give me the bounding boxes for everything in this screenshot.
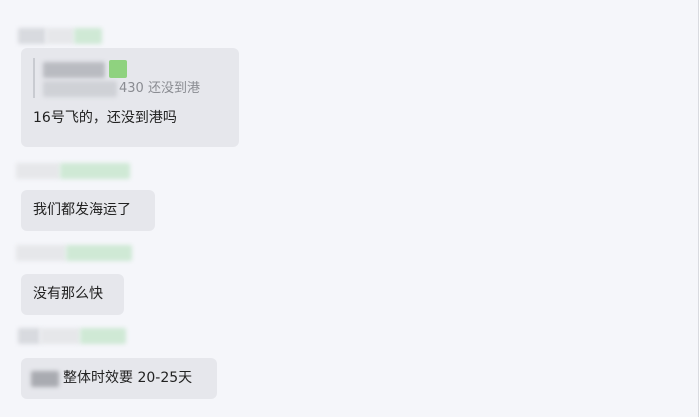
sender-name-blurred [18,328,40,344]
sender-name-blurred [80,328,126,344]
chat-panel: 430 还没到港 16号飞的，还没到港吗 我们都发海运了 没有那么快 整体时效要… [0,0,699,417]
quoted-message[interactable]: 430 还没到港 [33,58,227,98]
message-text: 整体时效要 20-25天 [63,370,193,386]
message-bubble[interactable]: 430 还没到港 16号飞的，还没到港吗 [21,48,239,147]
sender-name-blurred [16,245,66,261]
message-text: 16号飞的，还没到港吗 [33,110,177,126]
message-bubble[interactable]: 我们都发海运了 [21,190,155,231]
sender-name-blurred [74,28,102,44]
sender-name-blurred [40,328,80,344]
message-bubble[interactable]: 整体时效要 20-25天 [21,358,217,399]
quoted-text: 430 还没到港 [43,80,200,98]
message-text: 我们都发海运了 [33,202,131,218]
quoted-text-suffix: 430 还没到港 [119,81,200,96]
redacted-text [31,371,59,387]
sender-name-blurred [46,28,74,44]
emoji-icon [109,60,127,78]
sender-name-blurred [18,28,46,44]
message-text: 没有那么快 [33,286,103,302]
sender-name-blurred [60,163,130,179]
quote-bar [33,58,35,98]
sender-name-blurred [66,245,132,261]
sender-name-blurred [16,163,60,179]
quote-sender-blurred [43,58,200,80]
message-bubble[interactable]: 没有那么快 [21,274,124,315]
